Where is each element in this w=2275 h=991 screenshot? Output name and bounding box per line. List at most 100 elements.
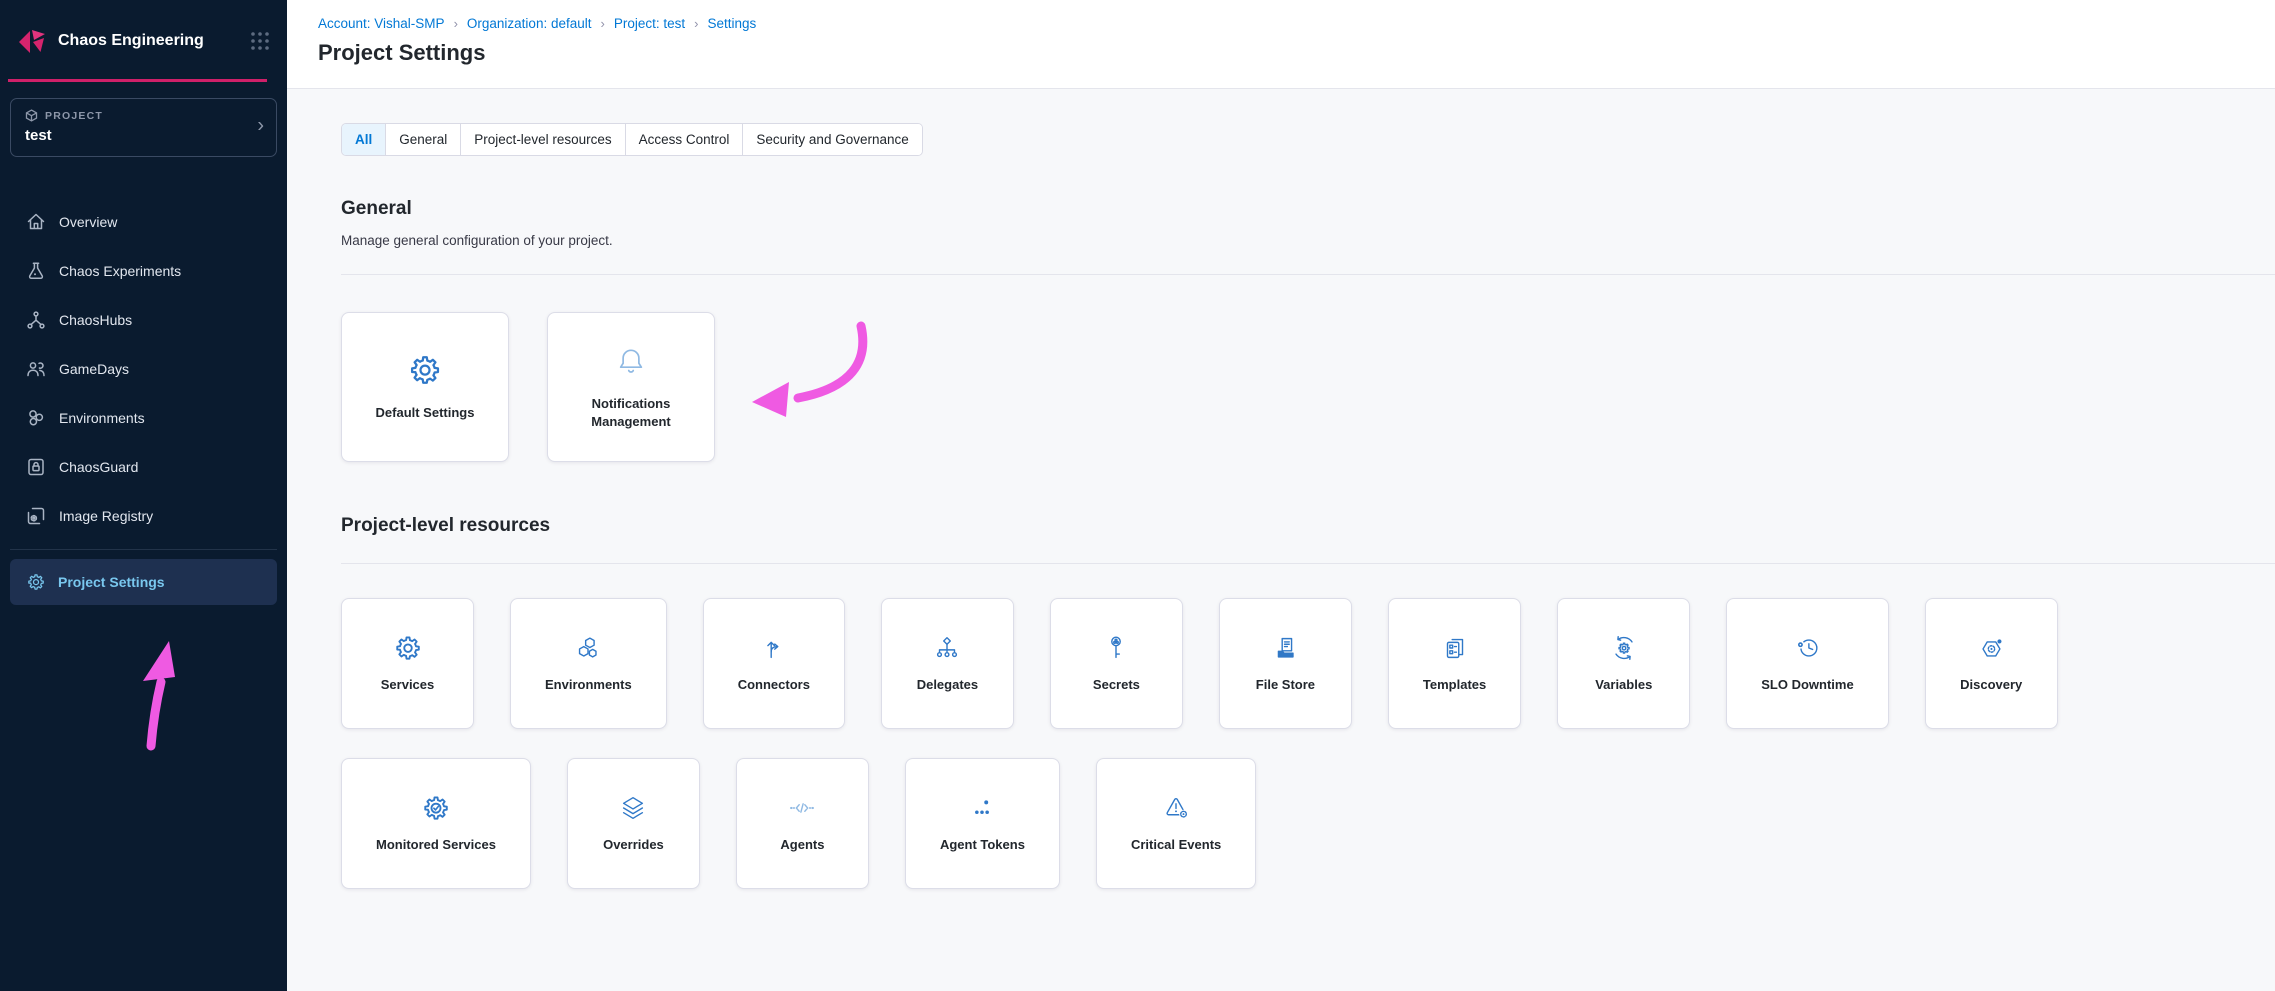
- sidebar-item-label: Chaos Experiments: [59, 263, 181, 279]
- gear-sync-icon: [1609, 633, 1639, 663]
- card-label: Templates: [1409, 676, 1500, 694]
- card-label: Agent Tokens: [926, 836, 1039, 854]
- clock-icon: [1792, 633, 1822, 663]
- card-variables[interactable]: Variables: [1557, 598, 1690, 729]
- sidebar-item-label: ChaosGuard: [59, 459, 138, 475]
- breadcrumb: Account: Vishal-SMP › Organization: defa…: [318, 16, 2275, 31]
- card-delegates[interactable]: Delegates: [881, 598, 1014, 729]
- card-label: Critical Events: [1117, 836, 1235, 854]
- tab-general[interactable]: General: [385, 124, 460, 155]
- sidebar-item-label: Overview: [59, 214, 117, 230]
- general-section-description: Manage general configuration of your pro…: [341, 233, 2275, 248]
- card-label: Variables: [1581, 676, 1666, 694]
- card-label: Discovery: [1946, 676, 2036, 694]
- sidebar-item-label: ChaosHubs: [59, 312, 132, 328]
- page-header: Account: Vishal-SMP › Organization: defa…: [287, 0, 2275, 89]
- tab-project-level-resources[interactable]: Project-level resources: [460, 124, 624, 155]
- module-header: Chaos Engineering: [0, 0, 287, 82]
- page-title: Project Settings: [318, 40, 2275, 66]
- project-selector[interactable]: PROJECT test ›: [10, 98, 277, 157]
- key-icon: [1101, 633, 1131, 663]
- general-cards: Default Settings Notifications Managemen…: [341, 312, 2275, 462]
- gear-icon: [407, 352, 443, 388]
- lock-icon: [26, 457, 46, 477]
- hexagon-gear-icon: [1976, 633, 2006, 663]
- sidebar-item-gamedays[interactable]: GameDays: [0, 344, 287, 393]
- card-label: Default Settings: [362, 404, 489, 422]
- card-environments[interactable]: Environments: [510, 598, 667, 729]
- sidebar-item-image-registry[interactable]: Image Registry: [0, 491, 287, 540]
- sidebar-item-label: Environments: [59, 410, 145, 426]
- home-icon: [26, 212, 46, 232]
- breadcrumb-separator: ›: [685, 16, 707, 31]
- tab-all[interactable]: All: [342, 124, 385, 155]
- file-store-icon: [1270, 633, 1300, 663]
- warning-gear-icon: [1161, 793, 1191, 823]
- main-content: All General Project-level resources Acce…: [287, 90, 2275, 991]
- hub-icon: [26, 310, 46, 330]
- sidebar-divider: [10, 549, 277, 550]
- card-slo-downtime[interactable]: SLO Downtime: [1726, 598, 1888, 729]
- cube-icon: [25, 109, 38, 122]
- sidebar-item-label: GameDays: [59, 361, 129, 377]
- card-agents[interactable]: Agents: [736, 758, 869, 889]
- divider: [341, 563, 2275, 564]
- breadcrumb-account[interactable]: Account: Vishal-SMP: [318, 16, 445, 31]
- card-label: Agents: [766, 836, 838, 854]
- hierarchy-icon: [932, 633, 962, 663]
- sidebar-item-project-settings[interactable]: Project Settings: [10, 559, 277, 605]
- breadcrumb-organization[interactable]: Organization: default: [467, 16, 592, 31]
- sidebar: Chaos Engineering PROJECT test › Overvie…: [0, 0, 287, 991]
- sidebar-item-chaosguard[interactable]: ChaosGuard: [0, 442, 287, 491]
- module-switcher-grid-icon[interactable]: [249, 30, 271, 52]
- card-critical-events[interactable]: Critical Events: [1096, 758, 1256, 889]
- breadcrumb-settings[interactable]: Settings: [707, 16, 756, 31]
- settings-tabs: All General Project-level resources Acce…: [341, 123, 923, 156]
- environments-icon: [26, 408, 46, 428]
- sidebar-item-chaos-experiments[interactable]: Chaos Experiments: [0, 246, 287, 295]
- sidebar-item-environments[interactable]: Environments: [0, 393, 287, 442]
- card-discovery[interactable]: Discovery: [1925, 598, 2058, 729]
- breadcrumb-separator: ›: [445, 16, 467, 31]
- sidebar-nav: Overview Chaos Experiments ChaosHubs Gam…: [0, 197, 287, 540]
- sidebar-item-label: Project Settings: [58, 574, 165, 590]
- gear-icon: [26, 572, 46, 592]
- registry-icon: [26, 506, 46, 526]
- hexagons-icon: [573, 633, 603, 663]
- card-label: Services: [367, 676, 449, 694]
- sidebar-item-chaoshubs[interactable]: ChaosHubs: [0, 295, 287, 344]
- gear-check-icon: [421, 793, 451, 823]
- flask-icon: [26, 261, 46, 281]
- card-services[interactable]: Services: [341, 598, 474, 729]
- layers-icon: [618, 793, 648, 823]
- card-label: Secrets: [1079, 676, 1154, 694]
- resources-row-1: Services Environments Connectors Deleg: [341, 598, 2275, 729]
- resources-row-2: Monitored Services Overrides Agents: [341, 758, 2275, 889]
- breadcrumb-project[interactable]: Project: test: [614, 16, 685, 31]
- project-label: PROJECT: [45, 110, 103, 122]
- breadcrumb-separator: ›: [592, 16, 614, 31]
- split-arrow-icon: [759, 633, 789, 663]
- tab-access-control[interactable]: Access Control: [625, 124, 743, 155]
- card-label: Connectors: [724, 676, 824, 694]
- project-name: test: [25, 127, 262, 144]
- card-label: Delegates: [903, 676, 992, 694]
- card-label: Monitored Services: [362, 836, 510, 854]
- tab-security-and-governance[interactable]: Security and Governance: [742, 124, 921, 155]
- card-overrides[interactable]: Overrides: [567, 758, 700, 889]
- card-secrets[interactable]: Secrets: [1050, 598, 1183, 729]
- card-default-settings[interactable]: Default Settings: [341, 312, 509, 462]
- card-notifications-management[interactable]: Notifications Management: [547, 312, 715, 462]
- card-file-store[interactable]: File Store: [1219, 598, 1352, 729]
- sidebar-item-label: Image Registry: [59, 508, 153, 524]
- card-label: SLO Downtime: [1747, 676, 1867, 694]
- card-monitored-services[interactable]: Monitored Services: [341, 758, 531, 889]
- templates-icon: [1440, 633, 1470, 663]
- card-label: File Store: [1242, 676, 1329, 694]
- module-title: Chaos Engineering: [58, 32, 249, 50]
- bell-icon: [613, 343, 649, 379]
- sidebar-item-overview[interactable]: Overview: [0, 197, 287, 246]
- card-connectors[interactable]: Connectors: [703, 598, 845, 729]
- card-agent-tokens[interactable]: Agent Tokens: [905, 758, 1060, 889]
- card-templates[interactable]: Templates: [1388, 598, 1521, 729]
